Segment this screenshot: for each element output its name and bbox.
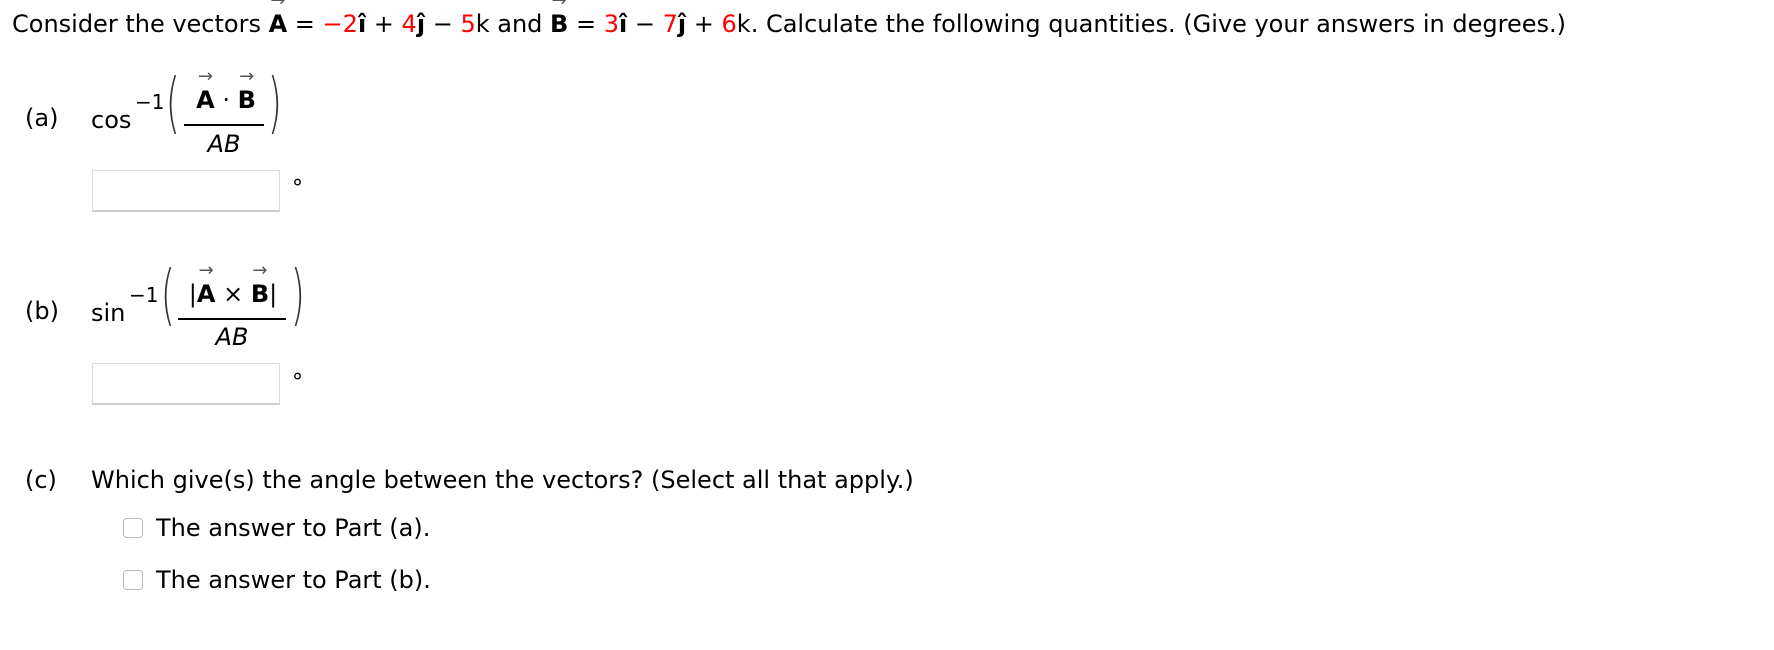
left-paren: ( — [165, 64, 180, 141]
part-b-label: (b) — [25, 297, 59, 325]
vector-a-letter: A — [268, 10, 288, 38]
vector-b: → B — [250, 262, 270, 309]
intro-text: Consider the vectors — [12, 10, 269, 38]
abs-bar-close: | — [269, 280, 278, 308]
right-paren: ) — [290, 256, 305, 333]
sin-function: sin — [91, 299, 126, 327]
option-label: The answer to Part (b). — [156, 566, 431, 594]
fraction-numerator: → A · → B — [186, 68, 266, 115]
hat-icon: ^ — [475, 0, 491, 13]
vector-a: → A — [268, 0, 288, 38]
vector-arrow-icon: → — [197, 66, 213, 87]
k-hat: ^ k — [736, 0, 751, 38]
inverse-exponent: −1 — [135, 90, 165, 114]
k-hat: ^ k — [475, 0, 490, 38]
fraction-denominator: AB — [207, 130, 241, 158]
equals-sign: = — [287, 10, 323, 38]
intro-suffix: . Calculate the following quantities. (G… — [750, 10, 1566, 38]
vector-arrow-icon: → — [270, 0, 286, 11]
k-letter: k — [736, 10, 751, 38]
vector-a-letter: A — [196, 86, 215, 114]
problem-statement: Consider the vectors → A = −2î + 4ĵ − 5 ^ k… — [12, 0, 1566, 38]
vector-b: → B — [237, 68, 256, 115]
cross-operator: × — [215, 280, 251, 308]
vector-arrow-icon: → — [239, 66, 255, 87]
option-part-b[interactable]: The answer to Part (b). — [123, 566, 431, 594]
hat-icon: ^ — [736, 0, 752, 13]
cos-function: cos — [91, 106, 132, 134]
part-c-label: (c) — [25, 466, 57, 494]
minus-sign: − — [425, 10, 461, 38]
degree-symbol: ° — [292, 370, 303, 395]
i-hat: î — [357, 10, 367, 38]
part-b-answer-input[interactable] — [92, 363, 280, 405]
a-i-coefficient: −2 — [322, 10, 358, 38]
checkbox-part-b[interactable] — [123, 570, 143, 590]
minus-sign: − — [627, 10, 663, 38]
dot-operator: · — [214, 86, 238, 114]
checkbox-part-a[interactable] — [123, 518, 143, 538]
b-j-coefficient: 7 — [662, 10, 678, 38]
k-letter: k — [475, 10, 490, 38]
b-k-coefficient: 6 — [721, 10, 737, 38]
fraction-bar — [178, 318, 286, 320]
fraction-bar — [184, 124, 264, 126]
vector-arrow-icon: → — [551, 0, 567, 11]
vector-b: → B — [550, 0, 569, 38]
option-label: The answer to Part (a). — [156, 514, 431, 542]
equals-sign: = — [568, 10, 604, 38]
a-j-coefficient: 4 — [401, 10, 417, 38]
and-text: and — [489, 10, 551, 38]
vector-b-letter: B — [250, 280, 270, 308]
right-paren: ) — [267, 64, 282, 141]
j-hat: ĵ — [416, 10, 426, 38]
vector-a: → A — [196, 68, 215, 115]
i-hat: î — [619, 10, 628, 38]
vector-b-letter: B — [550, 10, 569, 38]
vector-arrow-icon: → — [198, 260, 214, 281]
b-i-coefficient: 3 — [603, 10, 619, 38]
fraction-denominator: AB — [215, 323, 249, 351]
left-paren: ( — [160, 256, 175, 333]
fraction-numerator: | → A × → B| — [178, 262, 288, 309]
vector-a: → A — [196, 262, 216, 309]
j-hat: ĵ — [677, 10, 687, 38]
part-a-label: (a) — [25, 104, 59, 132]
inverse-exponent: −1 — [129, 283, 159, 307]
option-part-a[interactable]: The answer to Part (a). — [123, 514, 430, 542]
part-a-answer-input[interactable] — [92, 170, 280, 212]
vector-b-letter: B — [237, 86, 256, 114]
abs-bar-open: | — [188, 280, 197, 308]
degree-symbol: ° — [292, 176, 303, 201]
plus-sign: + — [366, 10, 402, 38]
vector-arrow-icon: → — [252, 260, 268, 281]
a-k-coefficient: 5 — [460, 10, 476, 38]
plus-sign: + — [686, 10, 722, 38]
vector-a-letter: A — [196, 280, 216, 308]
part-c-question: Which give(s) the angle between the vect… — [91, 466, 914, 494]
